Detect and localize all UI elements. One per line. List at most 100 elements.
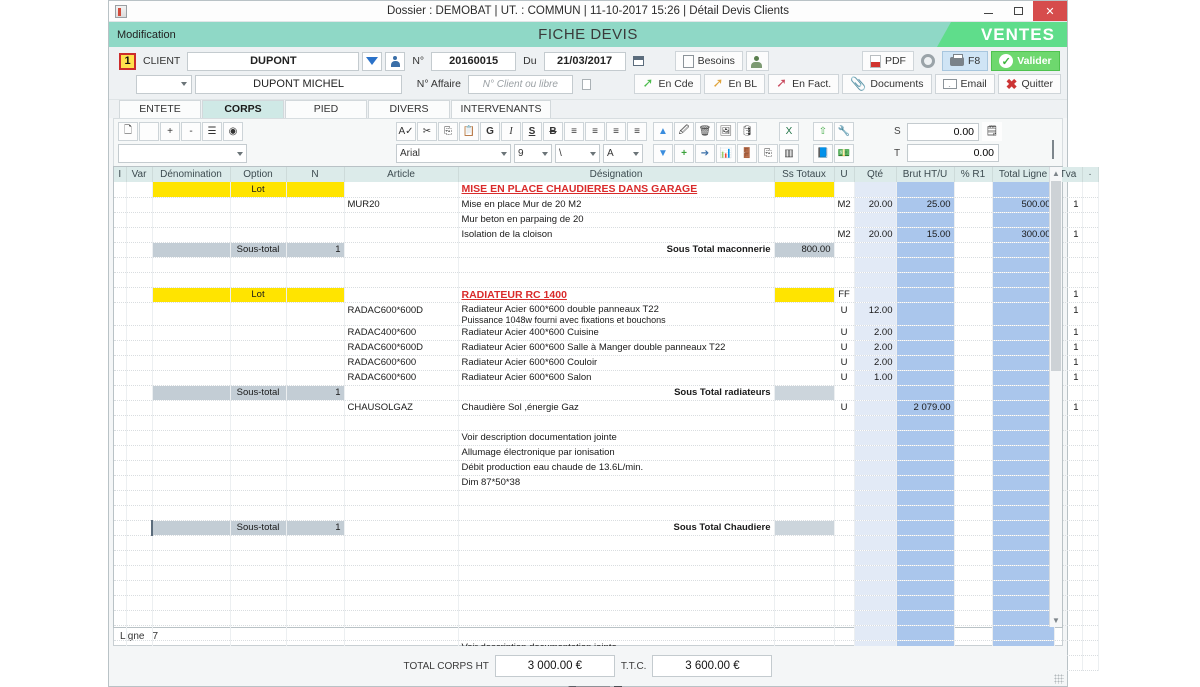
cell-qte[interactable]: 2.00 — [854, 340, 897, 356]
duplicate-button[interactable]: ⎘ — [758, 144, 778, 163]
cell-article[interactable] — [344, 212, 459, 228]
cell-n[interactable] — [286, 302, 345, 326]
cell-r1[interactable] — [954, 287, 993, 303]
cell-designation[interactable]: Sous Total Chaudiere — [458, 520, 775, 536]
grid-settings-button[interactable] — [1052, 140, 1054, 159]
cell-article[interactable] — [344, 287, 459, 303]
cell-n[interactable]: 1 — [286, 520, 345, 536]
cell-designation[interactable]: Chaudière Sol ,énergie Gaz — [458, 400, 775, 416]
scroll-down-arrow-icon[interactable]: ▼ — [1050, 614, 1062, 627]
print-button[interactable]: F8 — [941, 51, 989, 71]
cell-total[interactable] — [992, 302, 1055, 326]
italic-button[interactable]: I — [501, 122, 521, 141]
scroll-thumb[interactable] — [1051, 181, 1061, 371]
cell-u[interactable] — [834, 212, 855, 228]
cell-qte[interactable]: 1.00 — [854, 370, 897, 386]
cell-designation[interactable]: Débit production eau chaude de 13.6L/min… — [458, 460, 775, 476]
move-down-button[interactable]: ▼ — [653, 144, 673, 163]
cell-brut[interactable] — [896, 340, 955, 356]
cell-u[interactable]: M2 — [834, 197, 855, 213]
cell-qte[interactable] — [854, 287, 897, 303]
cell-ss-totaux[interactable] — [774, 302, 835, 326]
underline-button[interactable]: S — [522, 122, 542, 141]
cell-denomination[interactable] — [152, 197, 231, 213]
cell-denomination[interactable] — [151, 520, 231, 536]
cell-option[interactable] — [230, 400, 287, 416]
cell-u[interactable]: U — [834, 400, 855, 416]
align-right-button[interactable]: ≡ — [606, 122, 626, 141]
cell-brut[interactable] — [896, 212, 955, 228]
cell-ss-totaux[interactable] — [774, 227, 835, 243]
cell-designation[interactable]: RADIATEUR RC 1400 — [458, 287, 775, 303]
table-row[interactable]: Lot MISE EN PLACE CHAUDIERES DANS GARAGE — [114, 182, 1099, 198]
tab-corps[interactable]: CORPS — [202, 100, 284, 118]
col-ss-totaux[interactable]: Ss Totaux — [774, 167, 835, 182]
cut-button[interactable]: ✂ — [417, 122, 437, 141]
cell-option[interactable]: Lot — [230, 182, 287, 198]
s-value[interactable]: 0.00 — [907, 122, 979, 141]
quitter-button[interactable]: ✖ Quitter — [997, 74, 1062, 94]
cell-option[interactable]: Sous-total — [230, 520, 287, 536]
client-dropdown-button[interactable] — [362, 51, 383, 71]
cell-article[interactable]: RADAC600*600 — [344, 370, 459, 386]
transfer-button[interactable]: ➔ — [695, 144, 715, 163]
col-qte[interactable]: Qté — [854, 167, 897, 182]
cell-brut[interactable]: 25.00 — [896, 197, 955, 213]
cell-option[interactable] — [230, 302, 287, 326]
cell-designation[interactable]: Sous Total radiateurs — [458, 385, 775, 401]
table-row[interactable] — [114, 272, 1099, 288]
cell-option[interactable] — [230, 227, 287, 243]
cell-designation[interactable]: Radiateur Acier 600*600 double panneaux … — [458, 302, 775, 326]
num-input[interactable]: 20160015 — [431, 51, 517, 71]
cell-option[interactable] — [230, 212, 287, 228]
affaire-checkbox[interactable] — [581, 78, 592, 90]
cell-r1[interactable] — [954, 400, 993, 416]
col-i[interactable]: I — [114, 167, 127, 182]
font-size-select[interactable]: 9 — [514, 144, 552, 163]
cell-total[interactable] — [992, 212, 1055, 228]
text-color-select[interactable]: A — [603, 144, 643, 163]
paste-button[interactable]: 📋 — [459, 122, 479, 141]
col-var[interactable]: Var — [126, 167, 153, 182]
cell-brut[interactable] — [896, 242, 955, 258]
cell-article[interactable] — [344, 242, 459, 258]
cell-designation[interactable]: Radiateur Acier 400*600 Cuisine — [458, 325, 775, 341]
client-name-input[interactable]: DUPONT MICHEL — [195, 74, 402, 94]
client-input[interactable]: DUPONT — [187, 51, 360, 71]
cell-denomination[interactable] — [152, 182, 231, 198]
cell-u[interactable]: U — [834, 325, 855, 341]
cell-brut[interactable] — [896, 370, 955, 386]
civility-select[interactable] — [136, 74, 193, 94]
cell-ss-totaux[interactable] — [774, 355, 835, 371]
spellcheck-button[interactable]: A✓ — [396, 122, 416, 141]
table-row[interactable]: RADAC600*600D Radiateur Acier 600*600 do… — [114, 302, 1099, 326]
cell-ss-totaux[interactable] — [774, 212, 835, 228]
valider-button[interactable]: ✓ Valider — [991, 51, 1060, 71]
cell-designation[interactable]: Mur beton en parpaing de 20 — [458, 212, 775, 228]
align-center-button[interactable]: ≡ — [585, 122, 605, 141]
table-row[interactable]: RADAC400*600 Radiateur Acier 400*600 Cui… — [114, 325, 1099, 341]
cell-option[interactable] — [230, 370, 287, 386]
cell-article[interactable]: RADAC600*600D — [344, 302, 459, 326]
add-row-button[interactable]: + — [674, 144, 694, 163]
cell-option[interactable] — [230, 355, 287, 371]
table-row[interactable]: Allumage électronique par ionisation — [114, 445, 1099, 461]
cell-r1[interactable] — [954, 242, 993, 258]
cell-designation[interactable]: Mise en place Mur de 20 M2 — [458, 197, 775, 213]
cell-r1[interactable] — [954, 212, 993, 228]
table-row[interactable]: Voir description documentation jointe — [114, 430, 1099, 446]
table-row[interactable] — [114, 550, 1099, 566]
highlight-button[interactable]: 🖉 — [674, 122, 694, 141]
tab-entete[interactable]: ENTETE — [119, 100, 201, 118]
cell-qte[interactable] — [854, 385, 897, 401]
table-row[interactable]: CHAUSOLGAZ Chaudière Sol ,énergie Gaz U … — [114, 400, 1099, 416]
cell-brut[interactable] — [896, 385, 955, 401]
cell-brut[interactable] — [896, 355, 955, 371]
cell-u[interactable]: U — [834, 370, 855, 386]
col-u[interactable]: U — [834, 167, 855, 182]
tab-divers[interactable]: DIVERS — [368, 100, 450, 118]
col-denomination[interactable]: Dénomination — [152, 167, 231, 182]
cell-article[interactable] — [344, 520, 459, 536]
cell-brut[interactable]: 15.00 — [896, 227, 955, 243]
cell-brut[interactable]: 2 079.00 — [896, 400, 955, 416]
